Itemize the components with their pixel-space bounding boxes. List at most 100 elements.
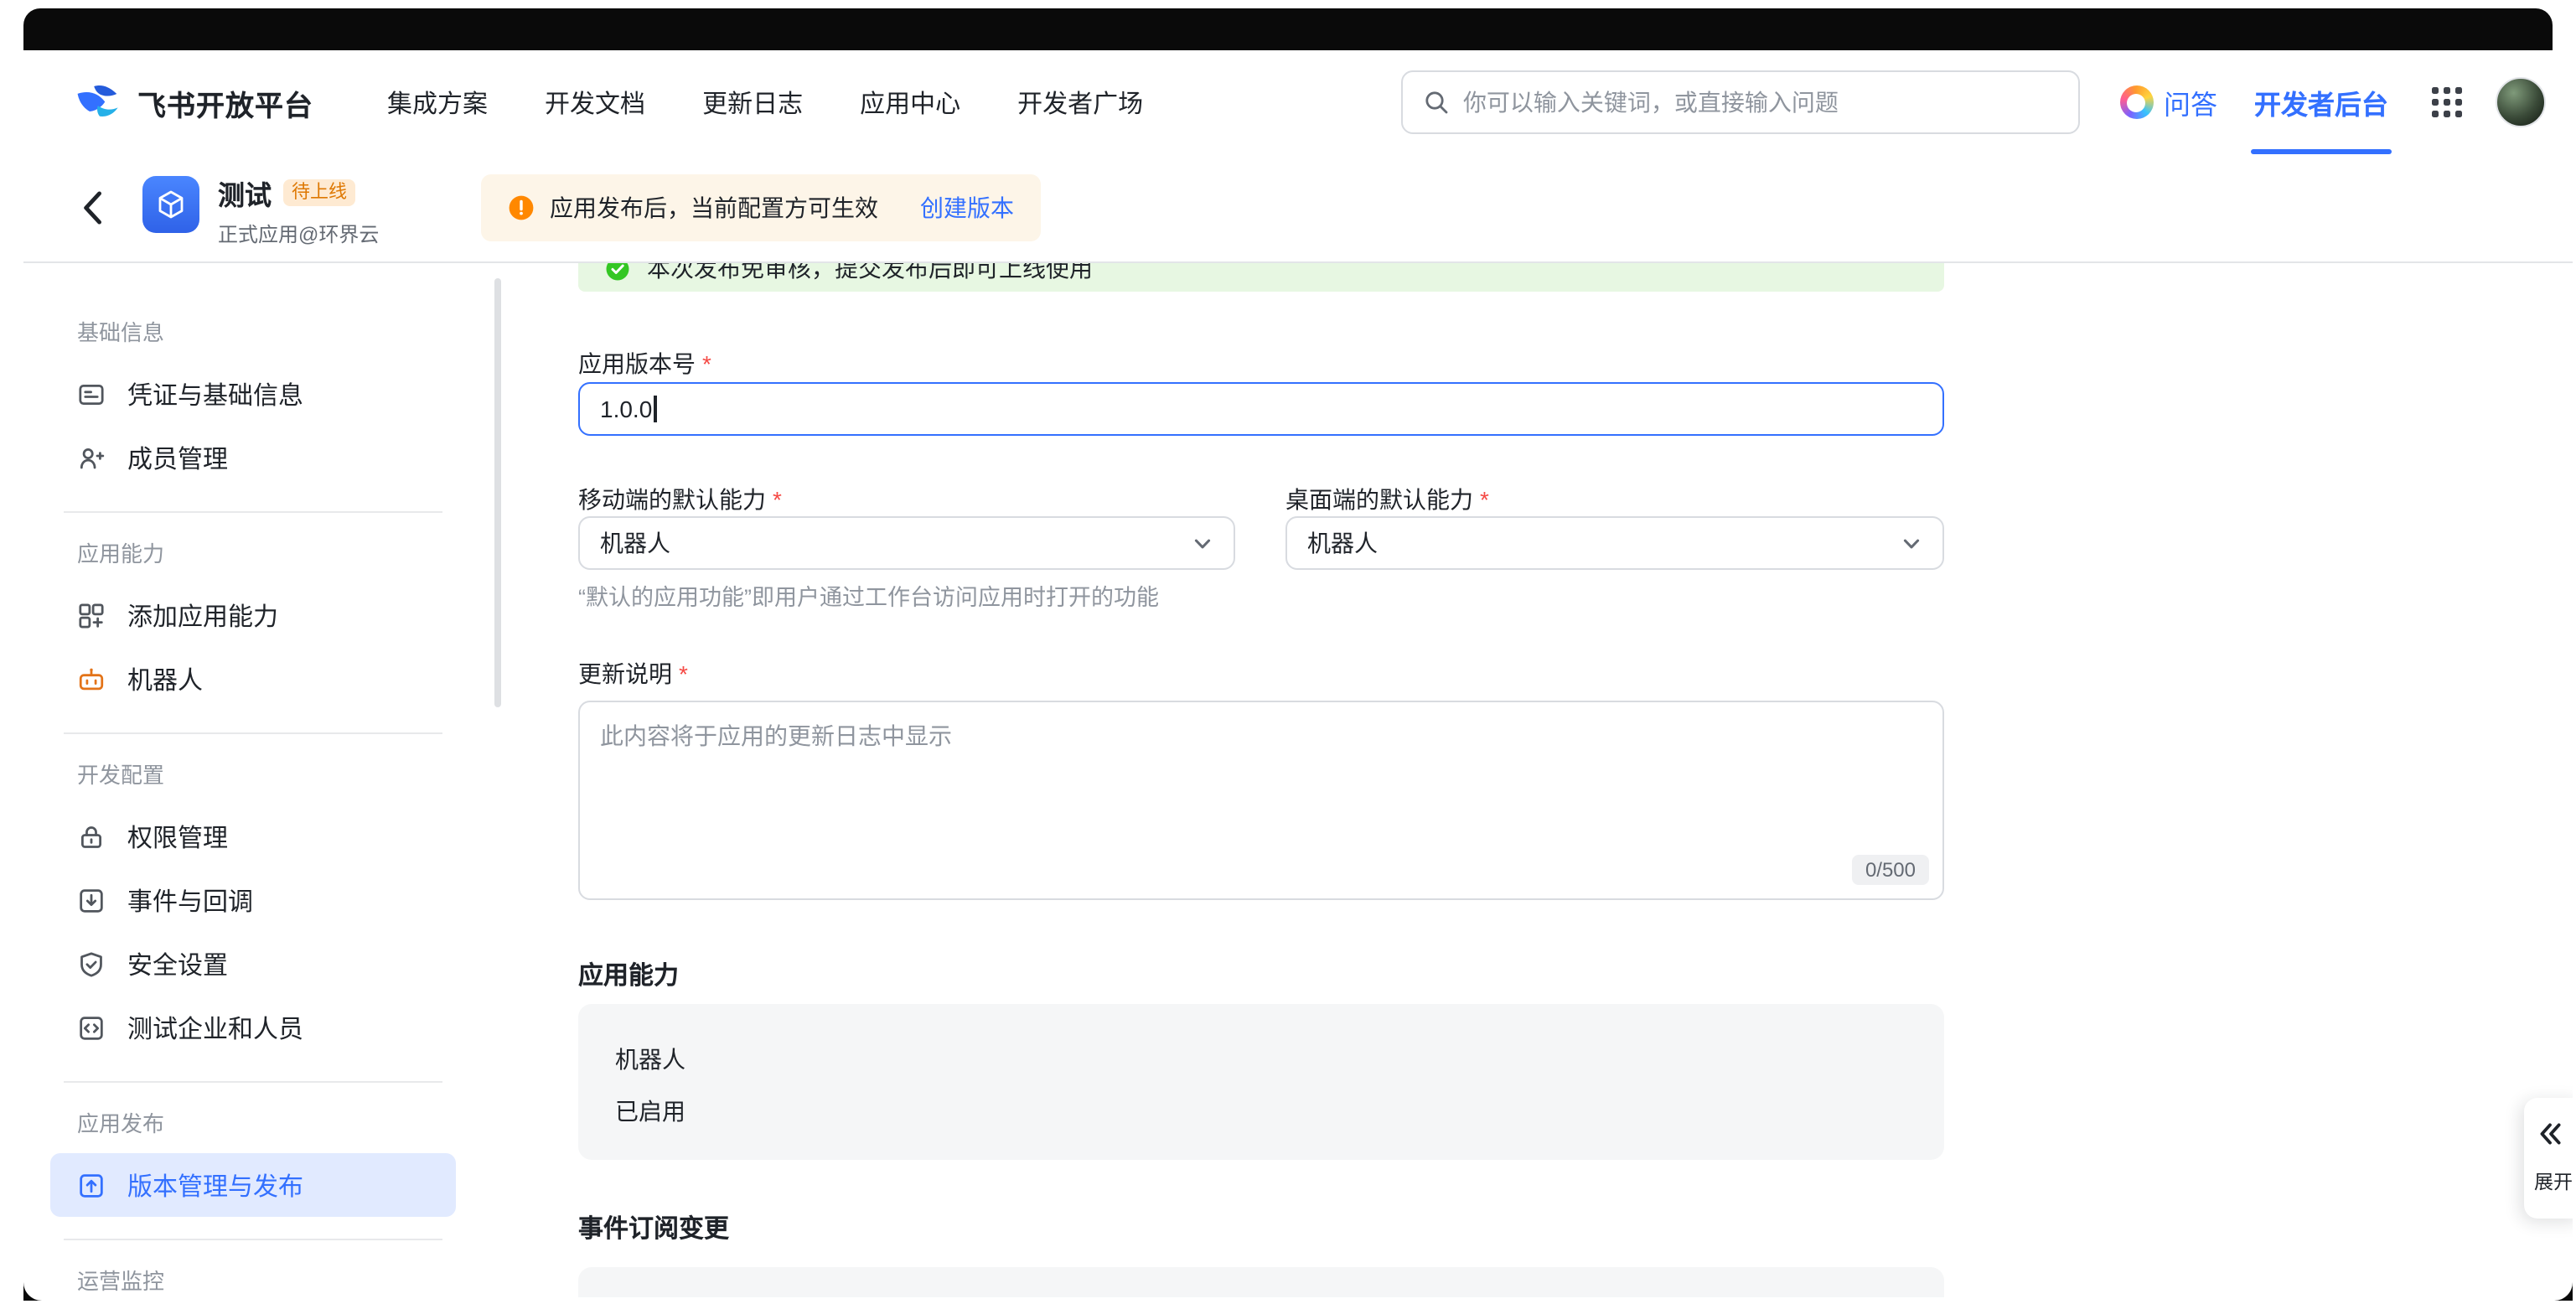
capability-name: 机器人	[615, 1043, 685, 1076]
sidebar: 基础信息 凭证与基础信息 成员管理 应用能力	[50, 298, 456, 1297]
sidebar-item-label: 事件与回调	[127, 882, 253, 918]
update-notes-label: 更新说明*	[578, 657, 688, 691]
app-name: 测试	[218, 173, 272, 213]
warning-icon	[508, 194, 535, 221]
expand-label: 展开	[2534, 1168, 2573, 1195]
publish-warning-banner: 应用发布后，当前配置方可生效 创建版本	[481, 174, 1041, 241]
desktop-capability-label: 桌面端的默认能力*	[1285, 483, 1489, 516]
nav-item-docs[interactable]: 开发文档	[545, 85, 645, 120]
credential-icon	[77, 380, 106, 408]
window-titlebar	[23, 8, 2553, 50]
qa-icon	[2120, 85, 2154, 119]
sidebar-item-test-org[interactable]: 测试企业和人员	[50, 996, 456, 1059]
nav-item-app-center[interactable]: 应用中心	[860, 85, 960, 120]
app-header-bar: 测试 待上线 正式应用@环界云 应用发布后，当前配置方可生效 创建版本	[23, 154, 2573, 263]
add-capability-icon	[77, 601, 106, 629]
apps-grid-icon[interactable]	[2432, 87, 2462, 117]
nav-item-integration[interactable]: 集成方案	[387, 85, 488, 120]
brand-title[interactable]: 飞书开放平台	[137, 81, 313, 123]
tab-developer-console[interactable]: 开发者后台	[2254, 50, 2388, 154]
update-notes-placeholder: 此内容将于应用的更新日志中显示	[600, 719, 952, 753]
sidebar-item-label: 成员管理	[127, 440, 228, 475]
sidebar-item-label: 测试企业和人员	[127, 1010, 303, 1045]
capability-card: 机器人 已启用	[578, 1004, 1944, 1160]
primary-nav: 集成方案 开发文档 更新日志 应用中心 开发者广场	[387, 85, 1143, 120]
sidebar-section-capabilities: 应用能力	[50, 520, 456, 583]
app-cube-icon	[142, 176, 199, 233]
sidebar-item-permissions[interactable]: 权限管理	[50, 805, 456, 868]
sidebar-item-label: 版本管理与发布	[127, 1167, 303, 1203]
sidebar-item-label: 凭证与基础信息	[127, 376, 303, 411]
nav-item-changelog[interactable]: 更新日志	[702, 85, 803, 120]
sidebar-item-events-callbacks[interactable]: 事件与回调	[50, 868, 456, 932]
desktop-capability-value: 机器人	[1307, 526, 1378, 560]
required-mark: *	[773, 486, 782, 513]
sidebar-section-monitoring: 运营监控	[50, 1247, 456, 1297]
avatar[interactable]	[2496, 77, 2546, 127]
search-input[interactable]: 你可以输入关键词，或直接输入问题	[1401, 70, 2080, 134]
version-input[interactable]: 1.0.0	[578, 382, 1944, 436]
capability-hint: “默认的应用功能”即用户通过工作台访问应用时打开的功能	[578, 578, 1159, 612]
capability-status: 已启用	[615, 1094, 685, 1128]
feishu-logo-icon	[74, 81, 122, 123]
sidebar-item-label: 添加应用能力	[127, 598, 278, 633]
chevron-down-icon	[1901, 532, 1922, 554]
required-mark: *	[679, 660, 688, 687]
capability-section-title: 应用能力	[578, 957, 679, 992]
sidebar-section-dev-config: 开发配置	[50, 741, 456, 805]
app-identity: 测试 待上线 正式应用@环界云	[142, 173, 379, 248]
create-version-link[interactable]: 创建版本	[920, 191, 1014, 225]
version-label: 应用版本号*	[578, 347, 711, 380]
sidebar-divider	[64, 732, 442, 734]
sidebar-item-label: 权限管理	[127, 819, 228, 854]
back-icon[interactable]	[77, 189, 111, 226]
sidebar-item-version-release[interactable]: 版本管理与发布	[50, 1153, 456, 1217]
security-icon	[77, 950, 106, 978]
app-subtitle: 正式应用@环界云	[218, 220, 379, 248]
search-icon	[1423, 89, 1450, 116]
qa-button[interactable]: 问答	[2120, 82, 2217, 122]
sidebar-section-release: 应用发布	[50, 1089, 456, 1153]
mobile-capability-label: 移动端的默认能力*	[578, 483, 782, 516]
mobile-capability-select[interactable]: 机器人	[578, 516, 1235, 570]
sidebar-divider	[64, 511, 442, 513]
test-org-icon	[77, 1013, 106, 1042]
sidebar-item-label: 机器人	[127, 661, 203, 696]
qa-label: 问答	[2164, 82, 2217, 122]
required-mark: *	[702, 350, 711, 377]
events-section-title: 事件订阅变更	[578, 1210, 729, 1245]
chevron-down-icon	[1192, 532, 1213, 554]
sidebar-item-members[interactable]: 成员管理	[50, 426, 456, 489]
sidebar-divider	[64, 1239, 442, 1240]
robot-icon	[77, 665, 106, 693]
warning-text: 应用发布后，当前配置方可生效	[550, 191, 878, 225]
sidebar-item-add-capability[interactable]: 添加应用能力	[50, 583, 456, 647]
top-navigation-bar: 飞书开放平台 集成方案 开发文档 更新日志 应用中心 开发者广场 你可以输入关键…	[23, 50, 2573, 154]
release-icon	[77, 1171, 106, 1199]
update-notes-textarea[interactable]: 此内容将于应用的更新日志中显示 0/500	[578, 701, 1944, 900]
nav-item-dev-plaza[interactable]: 开发者广场	[1017, 85, 1143, 120]
page-canvas: 本次发布免审核，提交发布后即可上线使用 应用版本号* 1.0.0 移动端的默认能…	[23, 50, 2573, 1297]
screen: 本次发布免审核，提交发布后即可上线使用 应用版本号* 1.0.0 移动端的默认能…	[0, 0, 2576, 1304]
mobile-capability-value: 机器人	[600, 526, 670, 560]
status-badge: 待上线	[283, 179, 355, 206]
sidebar-scrollbar[interactable]	[494, 278, 501, 707]
required-mark: *	[1480, 486, 1489, 513]
sidebar-item-label: 安全设置	[127, 946, 228, 981]
desktop-capability-select[interactable]: 机器人	[1285, 516, 1944, 570]
search-placeholder: 你可以输入关键词，或直接输入问题	[1463, 85, 1839, 119]
char-counter: 0/500	[1852, 855, 1929, 885]
sidebar-item-bot[interactable]: 机器人	[50, 647, 456, 711]
sidebar-section-basic-info: 基础信息	[50, 298, 456, 362]
events-card	[578, 1267, 1944, 1297]
sidebar-item-credentials[interactable]: 凭证与基础信息	[50, 362, 456, 426]
sidebar-divider	[64, 1081, 442, 1083]
members-icon	[77, 443, 106, 472]
browser-window: 本次发布免审核，提交发布后即可上线使用 应用版本号* 1.0.0 移动端的默认能…	[23, 50, 2573, 1297]
permission-icon	[77, 822, 106, 851]
collapse-icon	[2536, 1120, 2564, 1157]
version-value: 1.0.0	[600, 396, 652, 422]
sidebar-item-security[interactable]: 安全设置	[50, 932, 456, 996]
callback-icon	[77, 886, 106, 914]
expand-panel-button[interactable]: 展开	[2524, 1098, 2573, 1219]
